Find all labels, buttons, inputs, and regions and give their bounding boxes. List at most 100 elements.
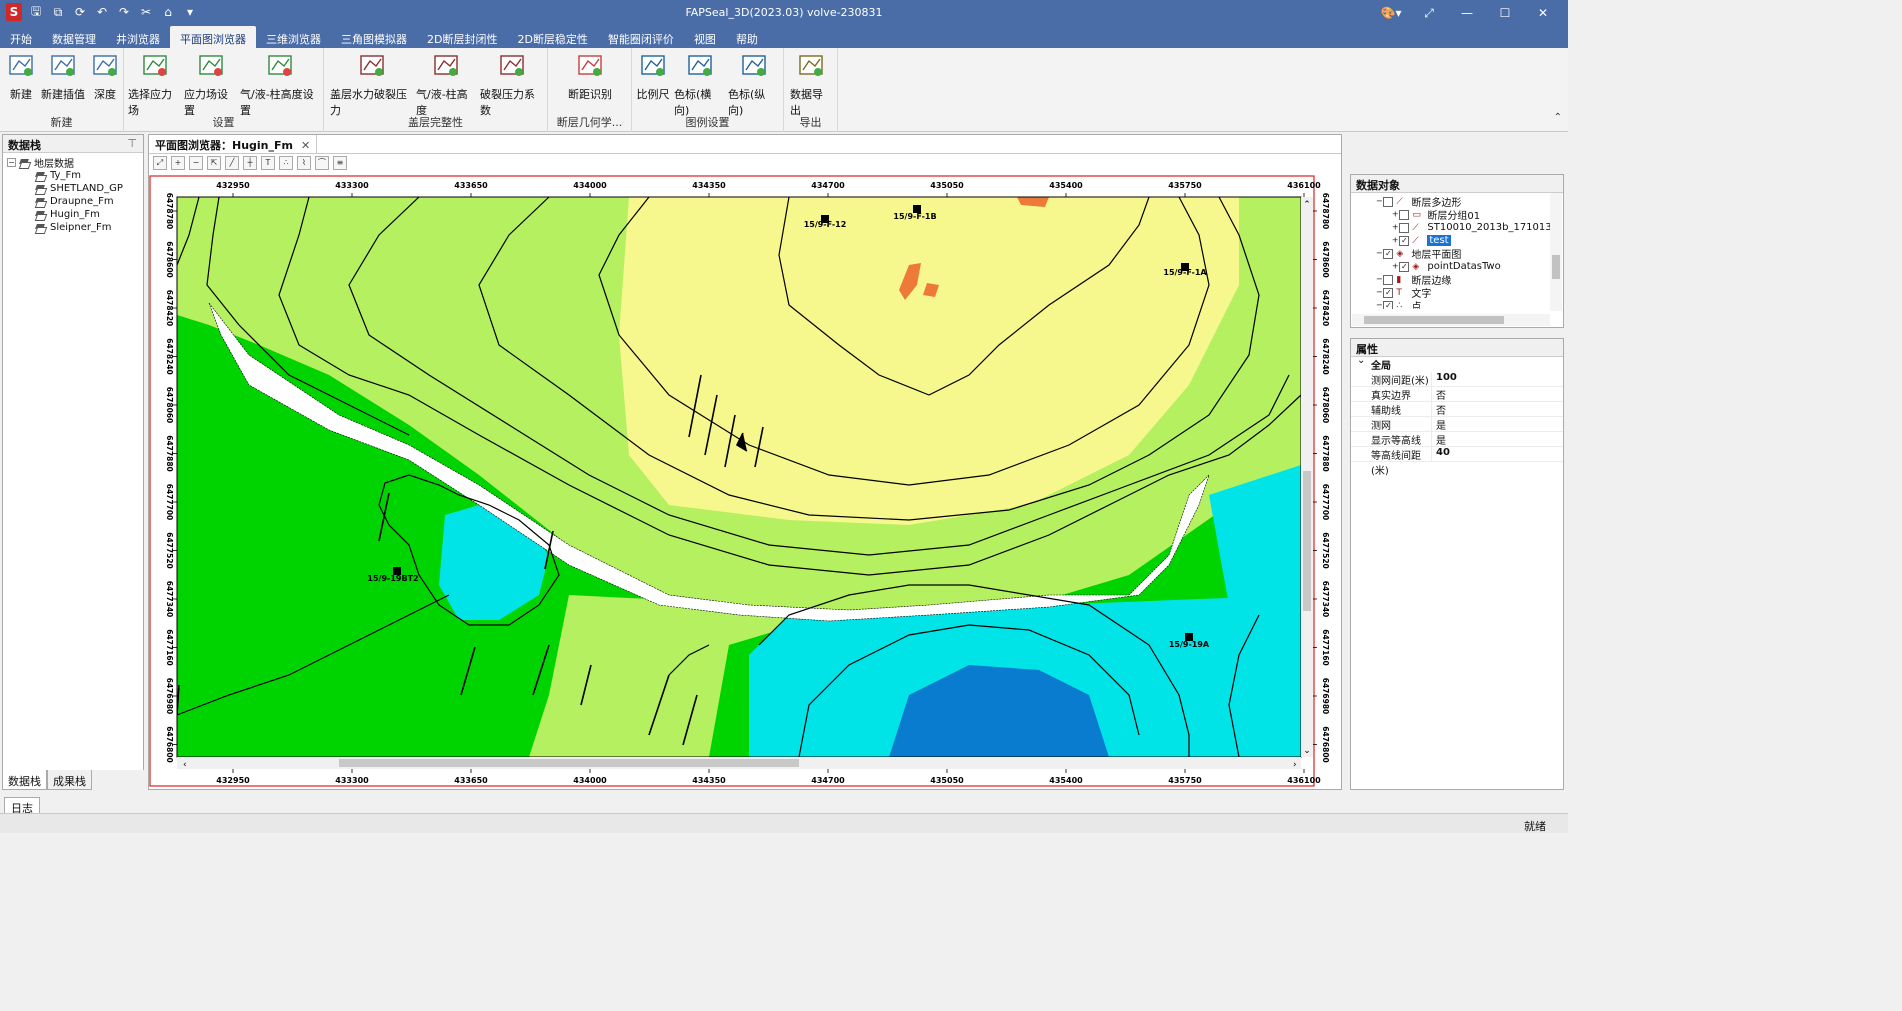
menu-item-9[interactable]: 视图 xyxy=(684,26,726,48)
visibility-checkbox[interactable]: ✓ xyxy=(1399,261,1410,272)
scroll-up-icon[interactable]: ⌃ xyxy=(1303,200,1311,210)
scroll-thumb[interactable] xyxy=(1364,316,1504,324)
expand-icon[interactable]: + xyxy=(1392,236,1399,245)
ribbon-button-2-2[interactable]: 破裂压力系数 xyxy=(480,52,544,118)
object-row-7[interactable]: − ✓ T 文字 xyxy=(1355,286,1559,300)
polyline-icon[interactable]: ⌒ xyxy=(315,156,329,170)
objects-vertical-scrollbar[interactable] xyxy=(1550,193,1562,311)
layers-icon[interactable]: ≡ xyxy=(333,156,347,170)
menu-item-2[interactable]: 井浏览器 xyxy=(106,26,170,48)
ribbon-button-1-0[interactable]: 选择应力场 xyxy=(128,52,182,118)
property-value[interactable]: 是 xyxy=(1431,432,1563,447)
object-row-6[interactable]: − ▮ 断层边缘 xyxy=(1355,273,1559,287)
property-value[interactable]: 40 xyxy=(1431,447,1563,461)
ribbon-button-0-1[interactable]: 新建插值 xyxy=(40,52,86,102)
theme-icon[interactable]: 🎨▾ xyxy=(1372,2,1410,24)
ribbon-collapse-icon[interactable]: ⌃ xyxy=(1554,112,1562,123)
collapse-icon[interactable]: − xyxy=(1376,275,1383,284)
restore-layout-icon[interactable]: ⤢ xyxy=(1410,2,1448,24)
section-global[interactable]: 全局 xyxy=(1351,355,1563,372)
scroll-right-icon[interactable]: › xyxy=(1293,760,1297,770)
horizontal-scroll-thumb[interactable] xyxy=(339,759,799,767)
menu-item-5[interactable]: 三角图模拟器 xyxy=(331,26,417,48)
collapse-icon[interactable]: − xyxy=(1376,249,1383,258)
scroll-left-icon[interactable]: ‹ xyxy=(183,760,187,770)
menu-item-3[interactable]: 平面图浏览器 xyxy=(170,26,256,48)
objects-horizontal-scrollbar[interactable] xyxy=(1352,314,1550,326)
map-vertical-scrollbar[interactable]: ⌃ ⌄ xyxy=(1301,197,1313,757)
ribbon-button-1-2[interactable]: 气/液-柱高度设置 xyxy=(240,52,320,118)
collapse-icon[interactable]: − xyxy=(1376,301,1383,309)
close-button[interactable]: ✕ xyxy=(1524,2,1562,24)
pin-icon[interactable]: ⊤ xyxy=(127,137,137,150)
map-horizontal-scrollbar[interactable]: ‹ › xyxy=(177,757,1301,770)
menu-item-6[interactable]: 2D断层封闭性 xyxy=(417,26,507,48)
ribbon-button-5-0[interactable]: 数据导出 xyxy=(790,52,832,118)
pan-icon[interactable]: ⇱ xyxy=(207,156,221,170)
object-row-1[interactable]: + ▭ 断层分组01 xyxy=(1355,208,1559,222)
tab-map-browser[interactable]: 平面图浏览器：Hugin_Fm ✕ xyxy=(149,135,318,153)
expand-icon[interactable]: + xyxy=(1392,262,1399,271)
ribbon-button-0-0[interactable]: 新建 xyxy=(4,52,38,102)
tree-root-strata[interactable]: − 地层数据 xyxy=(7,156,139,170)
property-row-1[interactable]: 真实边界 否 xyxy=(1351,387,1563,402)
expand-icon[interactable]: + xyxy=(1392,210,1399,219)
line-icon[interactable]: ⌇ xyxy=(297,156,311,170)
visibility-checkbox[interactable] xyxy=(1383,196,1394,207)
collapse-icon[interactable]: − xyxy=(1376,288,1383,297)
scroll-thumb[interactable] xyxy=(1552,255,1560,279)
ribbon-button-4-2[interactable]: 色标(纵向) xyxy=(728,52,780,118)
tree-item-3[interactable]: Hugin_Fm xyxy=(7,208,139,221)
property-row-0[interactable]: 测网间距(米) 100 xyxy=(1351,372,1563,387)
property-row-4[interactable]: 显示等高线是 xyxy=(1351,432,1563,447)
visibility-checkbox[interactable]: ✓ xyxy=(1399,235,1410,246)
expand-icon[interactable]: + xyxy=(1392,223,1399,232)
menu-item-7[interactable]: 2D断层稳定性 xyxy=(507,26,597,48)
ribbon-button-0-2[interactable]: 深度 xyxy=(90,52,120,102)
object-row-4[interactable]: − ✓ ◈ 地层平面图 xyxy=(1355,247,1559,261)
ribbon-button-3-0[interactable]: 断距识别 xyxy=(568,52,612,102)
visibility-checkbox[interactable] xyxy=(1399,222,1410,233)
ribbon-button-4-0[interactable]: 比例尺 xyxy=(636,52,670,102)
visibility-checkbox[interactable]: ✓ xyxy=(1383,287,1394,298)
visibility-checkbox[interactable] xyxy=(1383,274,1394,285)
close-tab-icon[interactable]: ✕ xyxy=(301,139,310,152)
collapse-icon[interactable]: − xyxy=(1376,197,1383,206)
ribbon-button-1-1[interactable]: 应力场设置 xyxy=(184,52,238,118)
object-row-8[interactable]: − ✓ ∴ 点 xyxy=(1355,299,1559,309)
vertical-scroll-thumb[interactable] xyxy=(1303,471,1311,611)
tree-item-2[interactable]: Draupne_Fm xyxy=(7,195,139,208)
tab-left-1[interactable]: 成果栈 xyxy=(47,770,92,790)
property-value[interactable]: 是 xyxy=(1431,417,1563,432)
ribbon-button-2-0[interactable]: 盖层水力破裂压力 xyxy=(330,52,414,118)
zoom-out-icon[interactable]: − xyxy=(189,156,203,170)
visibility-checkbox[interactable]: ✓ xyxy=(1383,300,1394,309)
map-view[interactable]: 432950 433300 433650 434000 434350 434700 4350… xyxy=(149,175,1341,788)
menu-item-0[interactable]: 开始 xyxy=(0,26,42,48)
map-canvas[interactable]: 432950 433300 433650 434000 434350 434700 4350… xyxy=(149,175,1341,788)
object-row-2[interactable]: + ⟋ ST10010_2013b_171013_ xyxy=(1355,221,1559,234)
menu-item-4[interactable]: 三维浏览器 xyxy=(256,26,331,48)
visibility-checkbox[interactable] xyxy=(1399,209,1410,220)
property-row-2[interactable]: 辅助线 否 xyxy=(1351,402,1563,417)
property-row-3[interactable]: 测网 是 xyxy=(1351,417,1563,432)
ruler-icon[interactable]: ╱ xyxy=(225,156,239,170)
text-tool-icon[interactable]: T xyxy=(261,156,275,170)
object-row-5[interactable]: + ✓ ◈ pointDatasTwo xyxy=(1355,260,1559,273)
ribbon-button-4-1[interactable]: 色标(横向) xyxy=(674,52,726,118)
property-value[interactable]: 100 xyxy=(1431,372,1563,386)
property-value[interactable]: 否 xyxy=(1431,387,1563,402)
zoom-in-icon[interactable]: + xyxy=(171,156,185,170)
collapse-icon[interactable]: − xyxy=(7,158,16,167)
tree-item-4[interactable]: Sleipner_Fm xyxy=(7,221,139,234)
tree-item-1[interactable]: SHETLAND_GP xyxy=(7,182,139,195)
menu-item-10[interactable]: 帮助 xyxy=(726,26,768,48)
crosshair-icon[interactable]: ┼ xyxy=(243,156,257,170)
tab-left-0[interactable]: 数据栈 xyxy=(2,770,47,790)
ribbon-button-2-1[interactable]: 气/液-柱高度 xyxy=(416,52,476,118)
property-row-5[interactable]: 等高线间距(米) 40 xyxy=(1351,447,1563,477)
maximize-button[interactable]: ☐ xyxy=(1486,2,1524,24)
minimize-button[interactable]: — xyxy=(1448,2,1486,24)
menu-item-8[interactable]: 智能圈闭评价 xyxy=(598,26,684,48)
property-value[interactable]: 否 xyxy=(1431,402,1563,417)
